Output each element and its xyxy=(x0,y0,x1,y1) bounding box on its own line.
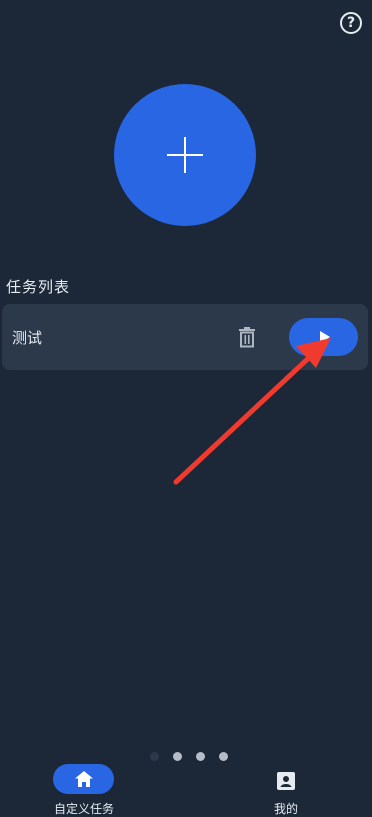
home-icon xyxy=(75,771,93,787)
delete-task-button[interactable] xyxy=(238,326,256,348)
task-list-title: 任务列表 xyxy=(6,278,71,296)
add-task-button[interactable] xyxy=(114,84,256,226)
task-list-item[interactable]: 测试 xyxy=(2,304,368,370)
plus-icon-vertical xyxy=(184,137,186,173)
nav-item-custom-tasks[interactable]: 自定义任务 xyxy=(34,764,134,816)
nav-label-custom-tasks: 自定义任务 xyxy=(53,802,114,816)
help-button[interactable]: ? xyxy=(340,12,362,34)
profile-icon xyxy=(277,772,295,790)
run-task-button[interactable] xyxy=(289,318,358,356)
bottom-navigation: 自定义任务 我的 xyxy=(0,760,372,816)
help-circle-icon: ? xyxy=(346,15,356,31)
nav-label-mine: 我的 xyxy=(273,802,298,816)
task-name: 测试 xyxy=(12,329,43,347)
nav-item-mine[interactable]: 我的 xyxy=(236,764,336,816)
trash-icon xyxy=(239,327,255,348)
play-icon xyxy=(320,331,330,343)
